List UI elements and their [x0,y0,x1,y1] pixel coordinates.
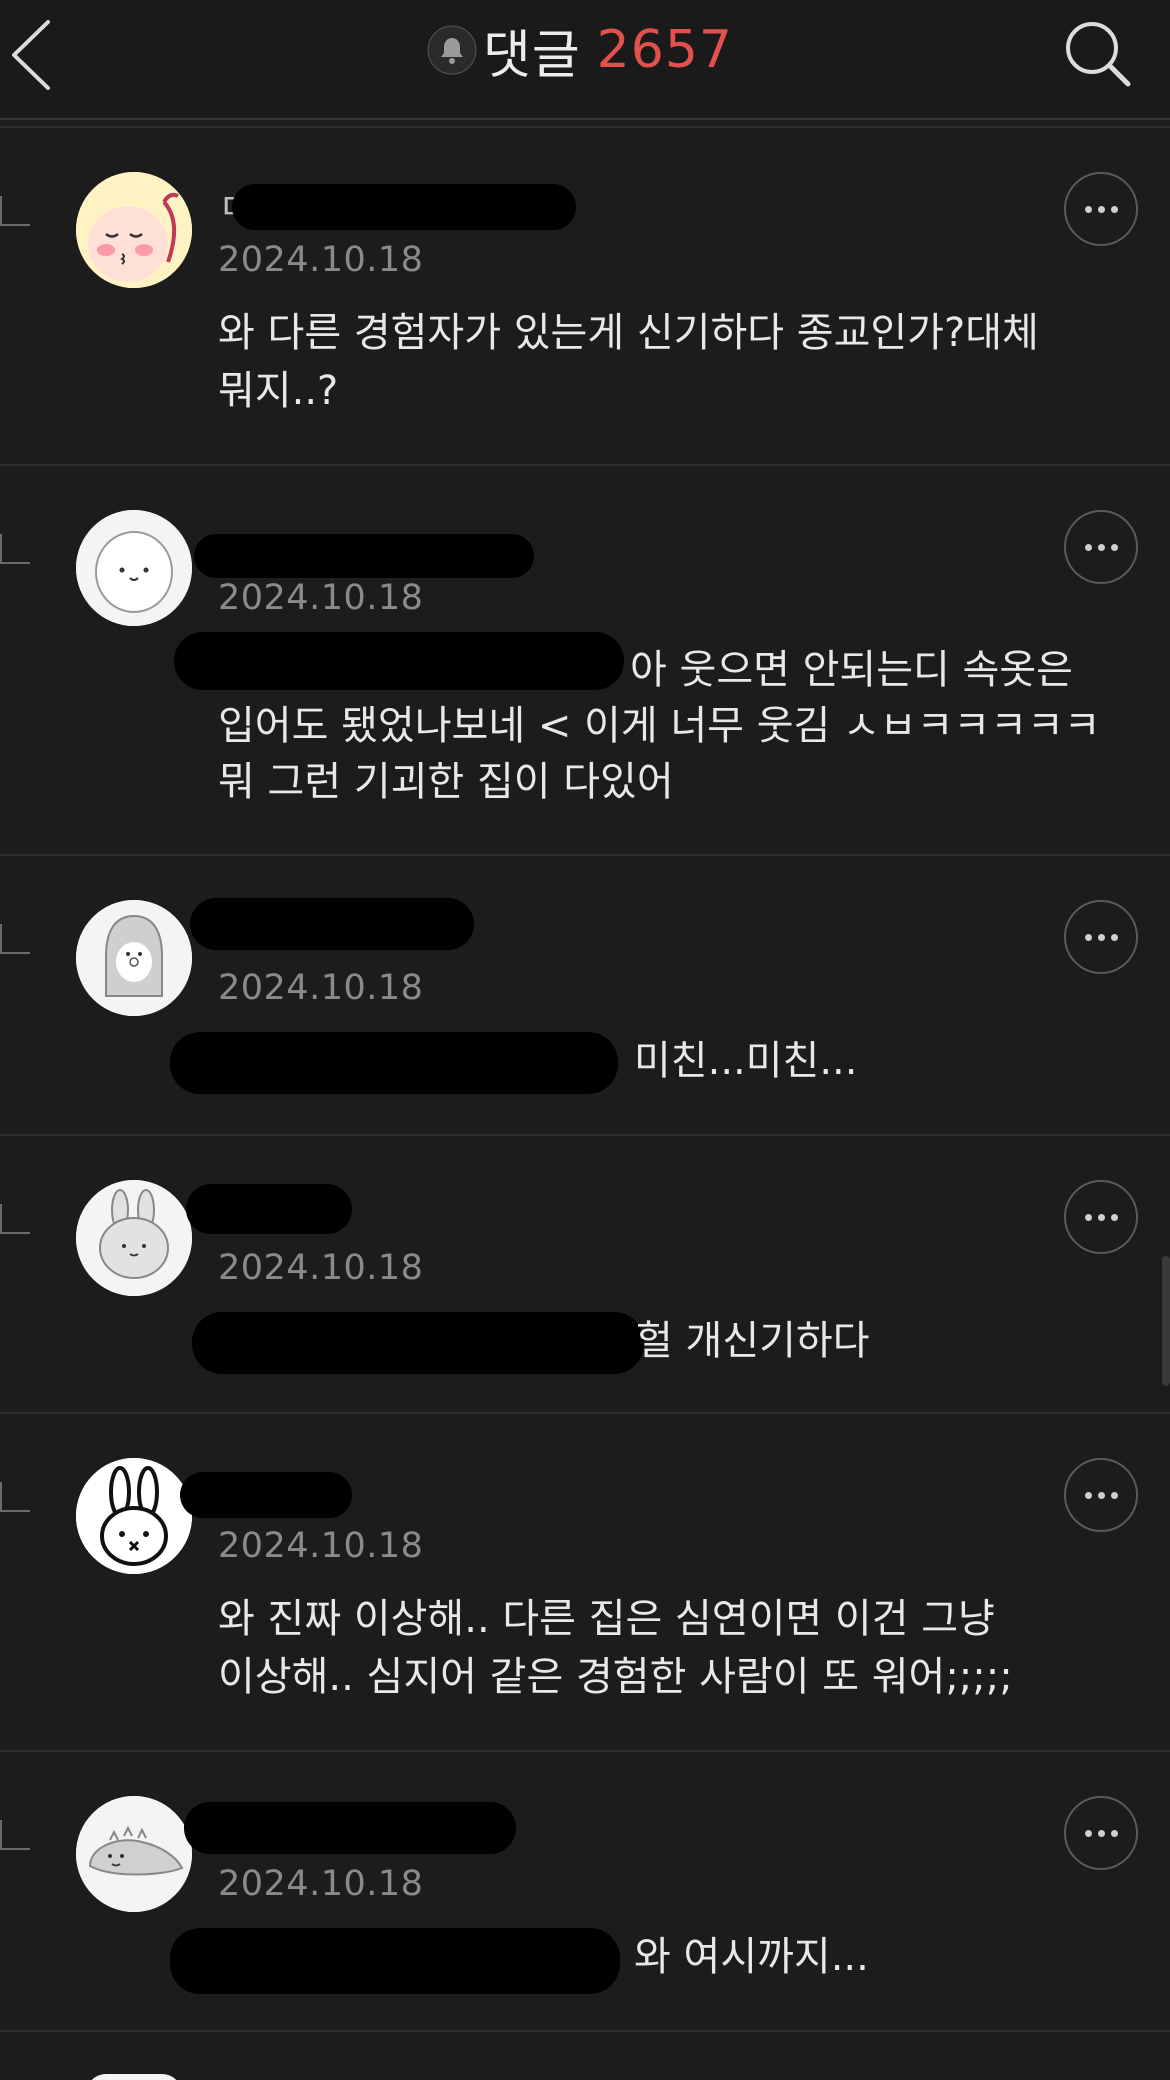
reply-indicator-icon [0,1482,30,1512]
comment-body: 헐 개신기하다 [636,1318,870,1364]
more-options-button[interactable] [1064,900,1138,974]
redaction-mark [170,1928,620,1994]
more-icon [1084,1829,1118,1837]
more-icon [1084,543,1118,551]
search-icon [1066,22,1131,87]
page-title: 댓글 [482,25,581,86]
avatar[interactable] [76,172,192,288]
reply-indicator-icon [0,534,30,564]
comment-date: 2024.10.18 [218,1864,424,1904]
comment-date: 2024.10.18 [218,968,424,1008]
comment-date: 2024.10.18 [218,578,424,618]
comment-date: 2024.10.18 [218,1526,424,1566]
redaction-mark [186,1184,352,1234]
more-options-button[interactable] [1064,1180,1138,1254]
reply-indicator-icon [0,1204,30,1234]
redaction-mark [194,534,534,578]
comment-item: 2024.10.18 미친...미친... [0,856,1170,1136]
miffy-avatar-icon [76,1458,192,1574]
more-options-button[interactable] [1064,172,1138,246]
reply-indicator-icon [0,924,30,954]
redaction-mark [192,1312,644,1374]
bell-icon [440,38,463,64]
redaction-mark [180,1472,352,1518]
more-icon [1084,933,1118,941]
comment-body: 미친...미친... [634,1038,858,1084]
comment-body: 와 다른 경험자가 있는게 신기하다 종교인가?대체 뭐지..? [218,310,1039,414]
more-options-button[interactable] [1064,1458,1138,1532]
avatar[interactable] [76,510,192,626]
comments-screen: 댓글 2657 ㄷ 2 [0,0,1170,2080]
dino-avatar-icon [76,1796,192,1912]
more-icon [1084,1491,1118,1499]
header-title-group: 댓글 2657 [0,0,1170,100]
apeach-avatar-icon [76,172,192,288]
more-options-button[interactable] [1064,1796,1138,1870]
comment-date: 2024.10.18 [218,240,424,280]
scrollbar[interactable] [1162,1256,1170,1386]
search-button[interactable] [1052,8,1142,98]
redaction-mark [232,184,576,230]
reply-indicator-icon [0,1820,30,1850]
comment-item: 2024.10.18 와 여시까지... [0,1752,1170,2032]
comment-item: 2024.10.18 와 진짜 이상해.. 다른 집은 심연이면 이건 그냥 이… [0,1414,1170,1752]
redaction-mark [190,898,474,950]
comment-item: ㅂ 2024.10.18 아 웃으면 안되는디 속옷은 입어도 됐었나보네 < … [0,466,1170,856]
header-bar: 댓글 2657 [0,0,1170,120]
rabbit-avatar-icon [76,1180,192,1296]
comment-date: 2024.10.18 [218,1248,424,1288]
comment-body: 와 진짜 이상해.. 다른 집은 심연이면 이건 그냥 이상해.. 심지어 같은… [218,1596,1013,1700]
reply-indicator-icon [0,196,30,226]
more-icon [1084,205,1118,213]
more-options-button[interactable] [1064,510,1138,584]
comment-count: 2657 [596,20,734,80]
more-icon [1084,1213,1118,1221]
round-face-avatar-icon [76,510,192,626]
penguin-avatar-icon [76,900,192,1016]
avatar[interactable] [76,1180,192,1296]
comment-item: ㄷ 2024.10.18 와 다른 경험자가 있는게 신기하다 종교인가?대체 … [0,128,1170,466]
avatar[interactable] [76,1458,192,1574]
comment-body: 와 여시까지... [634,1934,869,1980]
avatar [86,2074,182,2080]
redaction-mark [184,1802,516,1854]
comment-body: 아 웃으면 안되는디 속옷은 입어도 됐었나보네 < 이게 너무 웃김 ㅅㅂㅋㅋ… [218,647,1101,805]
comment-item: 2024.10.18 헐 개신기하다 [0,1136,1170,1414]
avatar[interactable] [76,1796,192,1912]
notification-bell-button[interactable] [427,25,477,75]
redaction-mark [170,1032,618,1094]
avatar[interactable] [76,900,192,1016]
